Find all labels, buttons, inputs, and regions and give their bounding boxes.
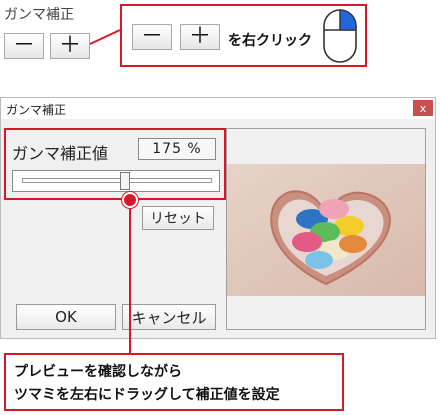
annotation-connector [129,196,131,356]
callout-plus-button: ＋ [180,24,220,50]
preview-image [227,164,425,296]
callout-right-click-text: を右クリック [228,33,312,49]
callout-instruction-line1: プレビューを確認しながら [14,364,182,380]
cancel-button[interactable]: キャンセル [122,304,216,330]
toolbar-gamma-label: ガンマ補正 [4,7,74,23]
dialog-title: ガンマ補正 [6,103,67,117]
close-button[interactable]: x [413,100,433,116]
toolbar-minus-button[interactable]: － [4,33,44,59]
toolbar-plus-button[interactable]: ＋ [50,33,90,59]
annotation-dot [122,192,138,208]
callout-instruction-line2: ツマミを左右にドラッグして補正値を設定 [14,387,280,403]
reset-button[interactable]: リセット [142,206,214,230]
callout-pointer [89,29,121,45]
mouse-right-click-icon [323,9,357,63]
callout-minus-button: － [132,24,172,50]
ok-button[interactable]: OK [16,304,116,330]
gamma-highlight-frame [4,128,226,200]
